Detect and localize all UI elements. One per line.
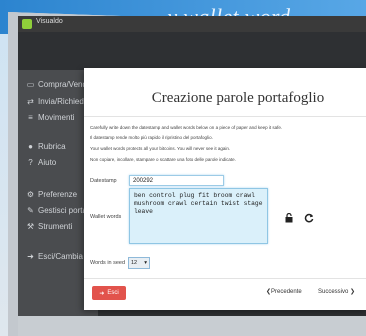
instruction-line: Carefully write down the datestamp and w… — [90, 125, 283, 130]
sidebar-item-strumenti[interactable]: ⚒ Strumenti — [26, 222, 72, 231]
exit-label: Esci — [107, 290, 119, 296]
sidebar-item-preferenze[interactable]: ⚙ Preferenze — [26, 190, 77, 199]
wallet-words-dialog: Creazione parole portafoglio Carefully w… — [84, 68, 366, 310]
exit-icon: ➜ — [27, 251, 34, 261]
exit-button[interactable]: ➜ Esci — [92, 286, 126, 300]
sidebar-item-label: Invia/Richiedi — [38, 97, 86, 106]
wallet-words-textarea[interactable]: ben control plug fit broom crawl mushroo… — [129, 188, 268, 244]
previous-label: Precedente — [271, 289, 302, 295]
sidebar-item-label: Rubrica — [38, 142, 66, 151]
lock-icon[interactable] — [285, 210, 293, 228]
edit-icon: ✎ — [27, 205, 34, 215]
title-bar: Visualdo — [18, 16, 366, 32]
question-icon: ? — [28, 157, 33, 167]
sidebar-item-label: Esci/Cambia — [38, 252, 83, 261]
exit-icon: ➜ — [99, 290, 105, 297]
select-value: 12 — [131, 260, 138, 266]
list-icon: ≡ — [28, 112, 33, 122]
card-icon: ▭ — [26, 79, 35, 89]
instruction-line: Il datestamp rende molto più rapido il r… — [90, 135, 213, 140]
sidebar-item-movimenti[interactable]: ≡ Movimenti — [26, 113, 74, 122]
sidebar-item-invia-richiedi[interactable]: ⇄ Invia/Richiedi — [26, 96, 86, 106]
next-label: Successivo — [318, 289, 349, 295]
instruction-line: Your wallet words protects all your bitc… — [90, 146, 231, 151]
refresh-icon[interactable] — [304, 210, 314, 228]
words-in-seed-label: Words in seed — [90, 260, 126, 266]
sidebar-item-rubrica[interactable]: ● Rubrica — [26, 142, 66, 151]
sidebar-item-label: Movimenti — [38, 113, 75, 122]
transfer-icon: ⇄ — [27, 96, 34, 106]
divider — [84, 278, 366, 279]
datestamp-label: Datestamp — [90, 178, 117, 184]
datestamp-field[interactable]: 200292 — [129, 175, 224, 186]
chevron-right-icon: ❯ — [348, 289, 356, 295]
sidebar-item-label: Preferenze — [38, 190, 78, 199]
person-icon: ● — [28, 141, 33, 151]
monitor-bottom-edge — [18, 316, 366, 336]
sidebar-item-compra-vendi[interactable]: ▭ Compra/Vendi — [26, 80, 89, 89]
window-title: Visualdo — [36, 18, 63, 25]
words-in-seed-select[interactable]: 12 ▾ — [128, 257, 150, 269]
wrench-icon: ⚒ — [26, 221, 35, 231]
instruction-line: Non copiare, incollare, stampare o scatt… — [90, 157, 236, 162]
wallet-words-label: Wallet words — [90, 214, 122, 220]
sidebar-item-label: Strumenti — [38, 222, 73, 231]
chevron-down-icon: ▾ — [144, 260, 147, 266]
app-icon — [22, 19, 32, 29]
sidebar-item-label: Aiuto — [38, 158, 57, 167]
divider — [84, 116, 366, 117]
sidebar-item-aiuto[interactable]: ? Aiuto — [26, 158, 56, 167]
gear-icon: ⚙ — [26, 189, 35, 199]
dialog-title: Creazione parole portafoglio — [151, 90, 325, 106]
sidebar-item-label: Compra/Vendi — [38, 80, 89, 89]
next-button[interactable]: Successivo ❯ — [318, 288, 355, 295]
previous-button[interactable]: ❮Precedente — [266, 288, 302, 295]
sidebar-item-esci-cambia[interactable]: ➜ Esci/Cambia — [26, 252, 83, 261]
